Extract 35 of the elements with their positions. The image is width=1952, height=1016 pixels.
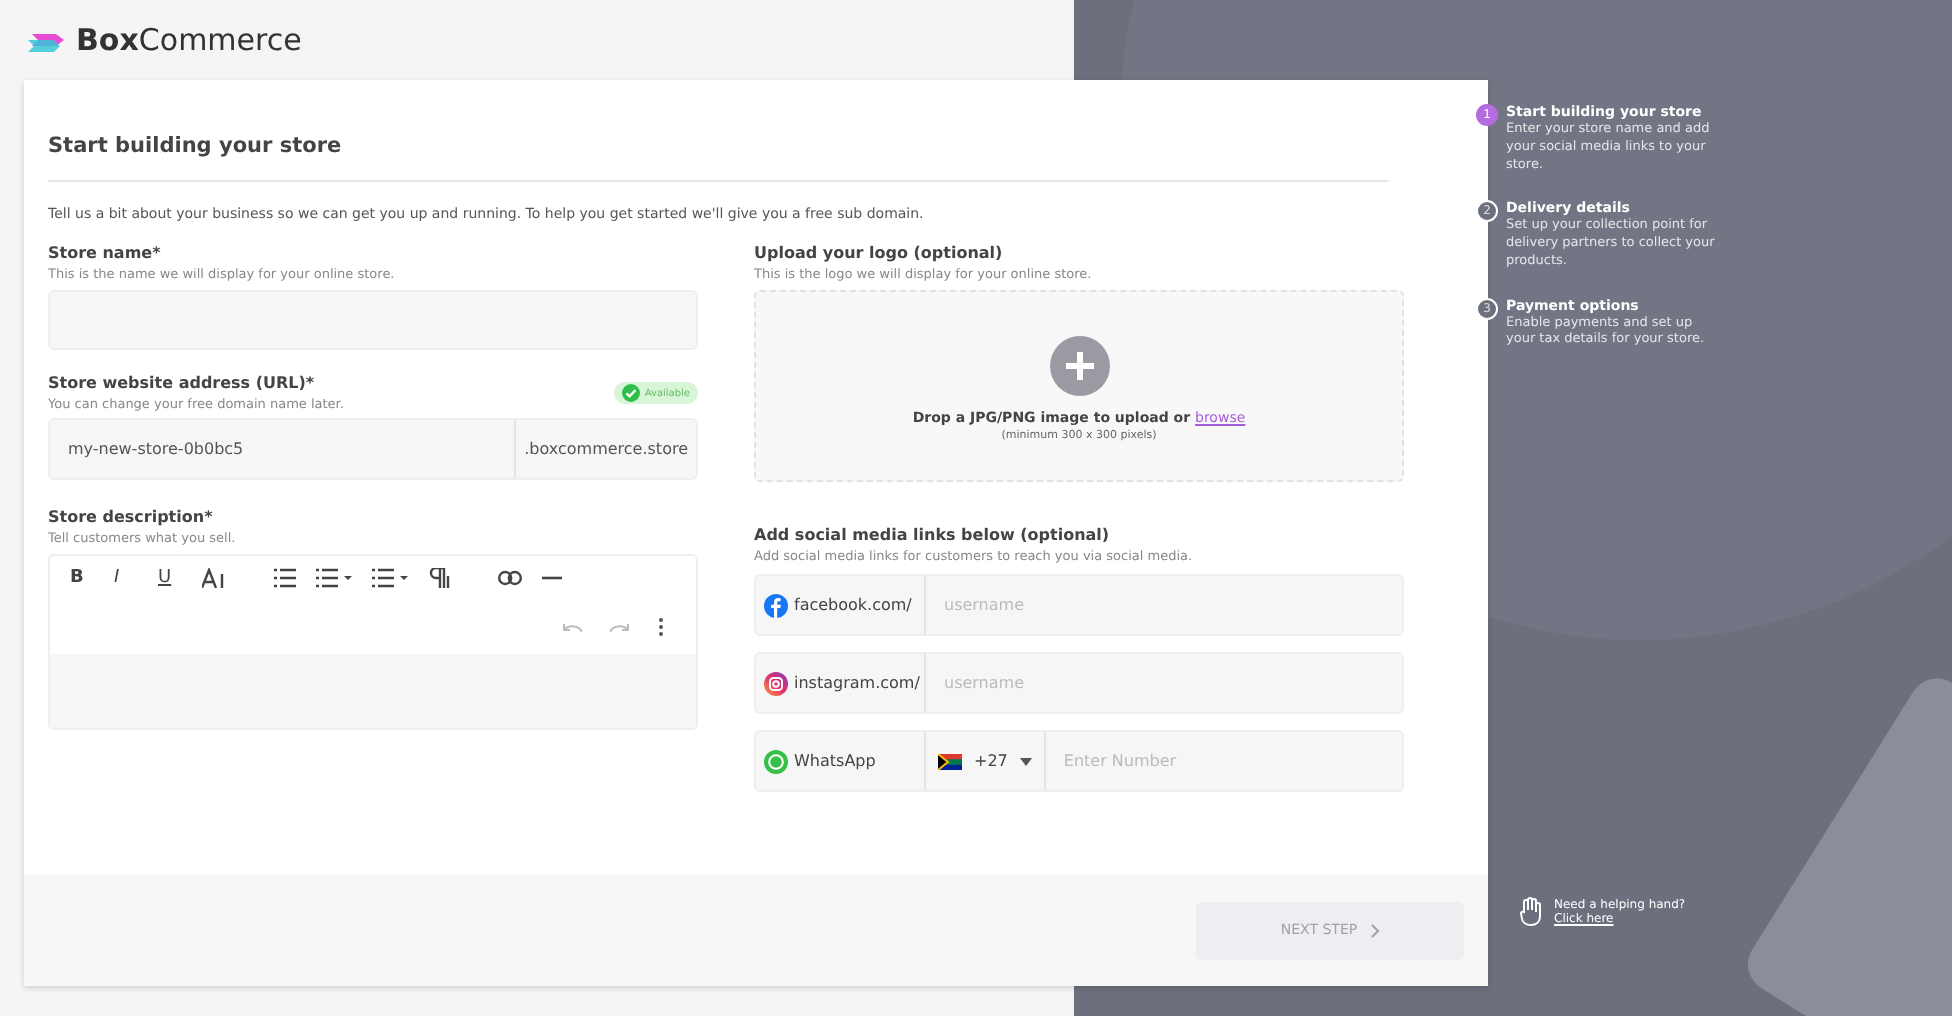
plus-icon bbox=[1049, 335, 1109, 395]
hand-icon bbox=[1520, 896, 1542, 926]
chevron-icon bbox=[1369, 923, 1380, 937]
field-label: Store website address (URL)* bbox=[48, 374, 317, 392]
instagram-icon bbox=[764, 671, 788, 695]
check-icon bbox=[622, 384, 641, 402]
field-label: Store description* bbox=[48, 508, 215, 526]
format-button[interactable]: U bbox=[158, 568, 202, 588]
font-size-icon[interactable] bbox=[202, 568, 226, 588]
bullet-list-icon[interactable] bbox=[372, 568, 408, 588]
field-label: Add social media links below (optional) bbox=[754, 526, 1112, 544]
link-icon[interactable] bbox=[498, 570, 522, 586]
social-handle-field[interactable]: username bbox=[926, 654, 1402, 712]
social-handle-field[interactable]: Enter Number bbox=[1045, 732, 1402, 790]
whatsapp-icon bbox=[764, 749, 788, 773]
facebook-icon bbox=[764, 593, 788, 617]
form-title: Start building your store bbox=[48, 134, 344, 158]
caret-icon bbox=[1019, 757, 1032, 765]
field-label: Store name* bbox=[48, 244, 163, 262]
url-field[interactable]: my-new-store-0b0bc5 .boxcommerce.store bbox=[48, 418, 698, 480]
country-code-select[interactable]: +27 bbox=[926, 732, 1046, 790]
format-button[interactable]: B bbox=[70, 568, 114, 588]
horizontal-rule-icon[interactable] bbox=[542, 576, 562, 580]
brand-name: BoxCommerce bbox=[76, 22, 302, 58]
social-link-field[interactable]: instagram.com/ username bbox=[754, 652, 1404, 714]
social-link-field[interactable]: WhatsApp +27 Enter Number bbox=[754, 730, 1404, 792]
paragraph-icon[interactable] bbox=[428, 568, 450, 588]
social-link-field[interactable]: facebook.com/ username bbox=[754, 574, 1404, 636]
format-button[interactable]: I bbox=[114, 568, 158, 588]
flag-icon bbox=[938, 753, 962, 769]
more-icon[interactable] bbox=[658, 618, 664, 636]
domain-suffix: .boxcommerce.store bbox=[514, 420, 696, 478]
field-label: Upload your logo (optional) bbox=[754, 244, 1005, 262]
social-handle-field[interactable]: username bbox=[926, 576, 1402, 634]
logo-icon bbox=[28, 28, 68, 52]
